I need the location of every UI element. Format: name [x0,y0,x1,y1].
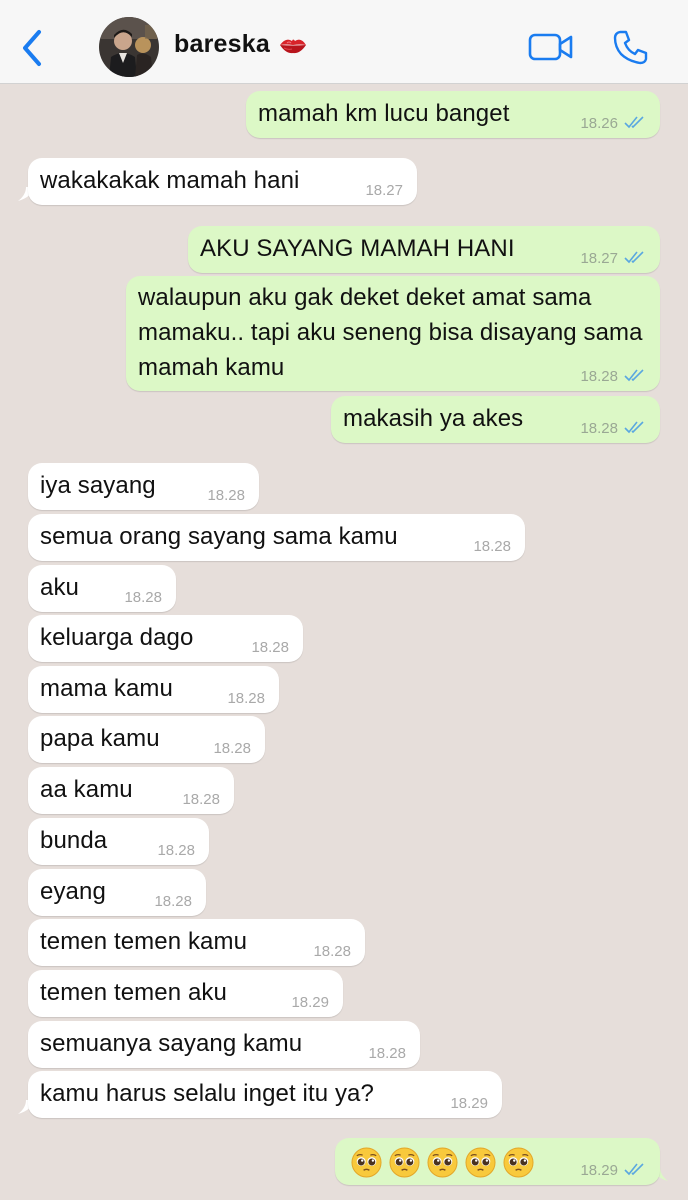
back-button[interactable] [14,26,50,70]
message-bubble-incoming[interactable]: wakakakak mamah hani 18.27 [28,158,417,205]
message-list[interactable]: mamah km lucu banget 18.26 wakakakak mam… [0,84,688,1200]
read-ticks-icon [624,1163,644,1176]
message-bubble-outgoing[interactable]: mamah km lucu banget 18.26 [246,91,660,138]
message-bubble-incoming[interactable]: eyang 18.28 [28,869,206,916]
message-bubble-incoming[interactable]: semuanya sayang kamu 18.28 [28,1021,420,1068]
message-text: AKU SAYANG MAMAH HANI [200,235,515,262]
message-bubble-incoming[interactable]: bunda 18.28 [28,818,209,865]
message-bubble-outgoing[interactable]: AKU SAYANG MAMAH HANI 18.27 [188,226,660,273]
message-time: 18.27 [365,182,403,199]
message-bubble-incoming[interactable]: papa kamu 18.28 [28,716,265,763]
message-time: 18.28 [368,1045,406,1062]
message-text: keluarga dago [40,624,194,651]
emoji-group [351,1147,534,1178]
message-text: walaupun aku gak deket deket amat sama m… [138,284,643,381]
pleading-face-icon [503,1147,534,1178]
message-text: aku [40,574,79,601]
message-bubble-incoming[interactable]: mama kamu 18.28 [28,666,279,713]
message-time: 18.28 [124,589,162,606]
contact-name: bareska [174,30,270,58]
avatar-photo [99,17,159,77]
message-bubble-outgoing[interactable]: 18.29 [335,1138,660,1185]
pleading-face-icon [427,1147,458,1178]
kiss-mark-icon [278,34,308,56]
message-text: aa kamu [40,776,133,803]
message-bubble-incoming[interactable]: aa kamu 18.28 [28,767,234,814]
contact-info[interactable]: bareska [174,30,308,59]
message-time: 18.28 [313,943,351,960]
message-text: semua orang sayang sama kamu [40,523,398,550]
message-bubble-incoming[interactable]: kamu harus selalu inget itu ya? 18.29 [28,1071,502,1118]
pleading-face-icon [351,1147,382,1178]
message-bubble-incoming[interactable]: temen temen aku 18.29 [28,970,343,1017]
message-time: 18.28 [213,740,251,757]
read-ticks-icon [624,421,644,434]
chat-header: bareska [0,0,688,84]
read-ticks-icon [624,369,644,382]
message-text: makasih ya akes [343,405,524,432]
message-text: iya sayang [40,472,156,499]
message-time: 18.28 [580,368,618,385]
message-text: papa kamu [40,725,160,752]
video-camera-icon [528,33,573,61]
message-time: 18.28 [227,690,265,707]
chevron-left-icon [23,30,41,66]
message-text: kamu harus selalu inget itu ya? [40,1080,374,1107]
message-text: eyang [40,878,106,905]
message-time: 18.28 [580,420,618,437]
message-time: 18.29 [580,1162,618,1179]
message-text: mama kamu [40,675,173,702]
message-text: semuanya sayang kamu [40,1030,303,1057]
message-bubble-incoming[interactable]: keluarga dago 18.28 [28,615,303,662]
message-time: 18.28 [154,893,192,910]
message-text: bunda [40,827,108,854]
message-time: 18.28 [157,842,195,859]
voice-call-button[interactable] [612,28,652,68]
phone-icon [613,30,648,65]
pleading-face-icon [465,1147,496,1178]
message-time: 18.27 [580,250,618,267]
message-bubble-outgoing[interactable]: walaupun aku gak deket deket amat sama m… [126,276,660,391]
message-time: 18.29 [291,994,329,1011]
message-bubble-outgoing[interactable]: makasih ya akes 18.28 [331,396,660,443]
message-text: wakakakak mamah hani [40,167,300,194]
message-time: 18.28 [473,538,511,555]
pleading-face-icon [389,1147,420,1178]
message-time: 18.28 [182,791,220,808]
avatar[interactable] [99,17,159,77]
message-text: temen temen kamu [40,928,248,955]
read-ticks-icon [624,251,644,264]
message-bubble-incoming[interactable]: semua orang sayang sama kamu 18.28 [28,514,525,561]
message-time: 18.28 [251,639,289,656]
message-time: 18.28 [207,487,245,504]
message-bubble-incoming[interactable]: temen temen kamu 18.28 [28,919,365,966]
message-bubble-incoming[interactable]: iya sayang 18.28 [28,463,259,510]
message-text: mamah km lucu banget [258,100,510,127]
read-ticks-icon [624,116,644,129]
message-time: 18.29 [450,1095,488,1112]
message-text: temen temen aku [40,979,227,1006]
message-time: 18.26 [580,115,618,132]
video-call-button[interactable] [528,30,576,66]
message-bubble-incoming[interactable]: aku 18.28 [28,565,176,612]
